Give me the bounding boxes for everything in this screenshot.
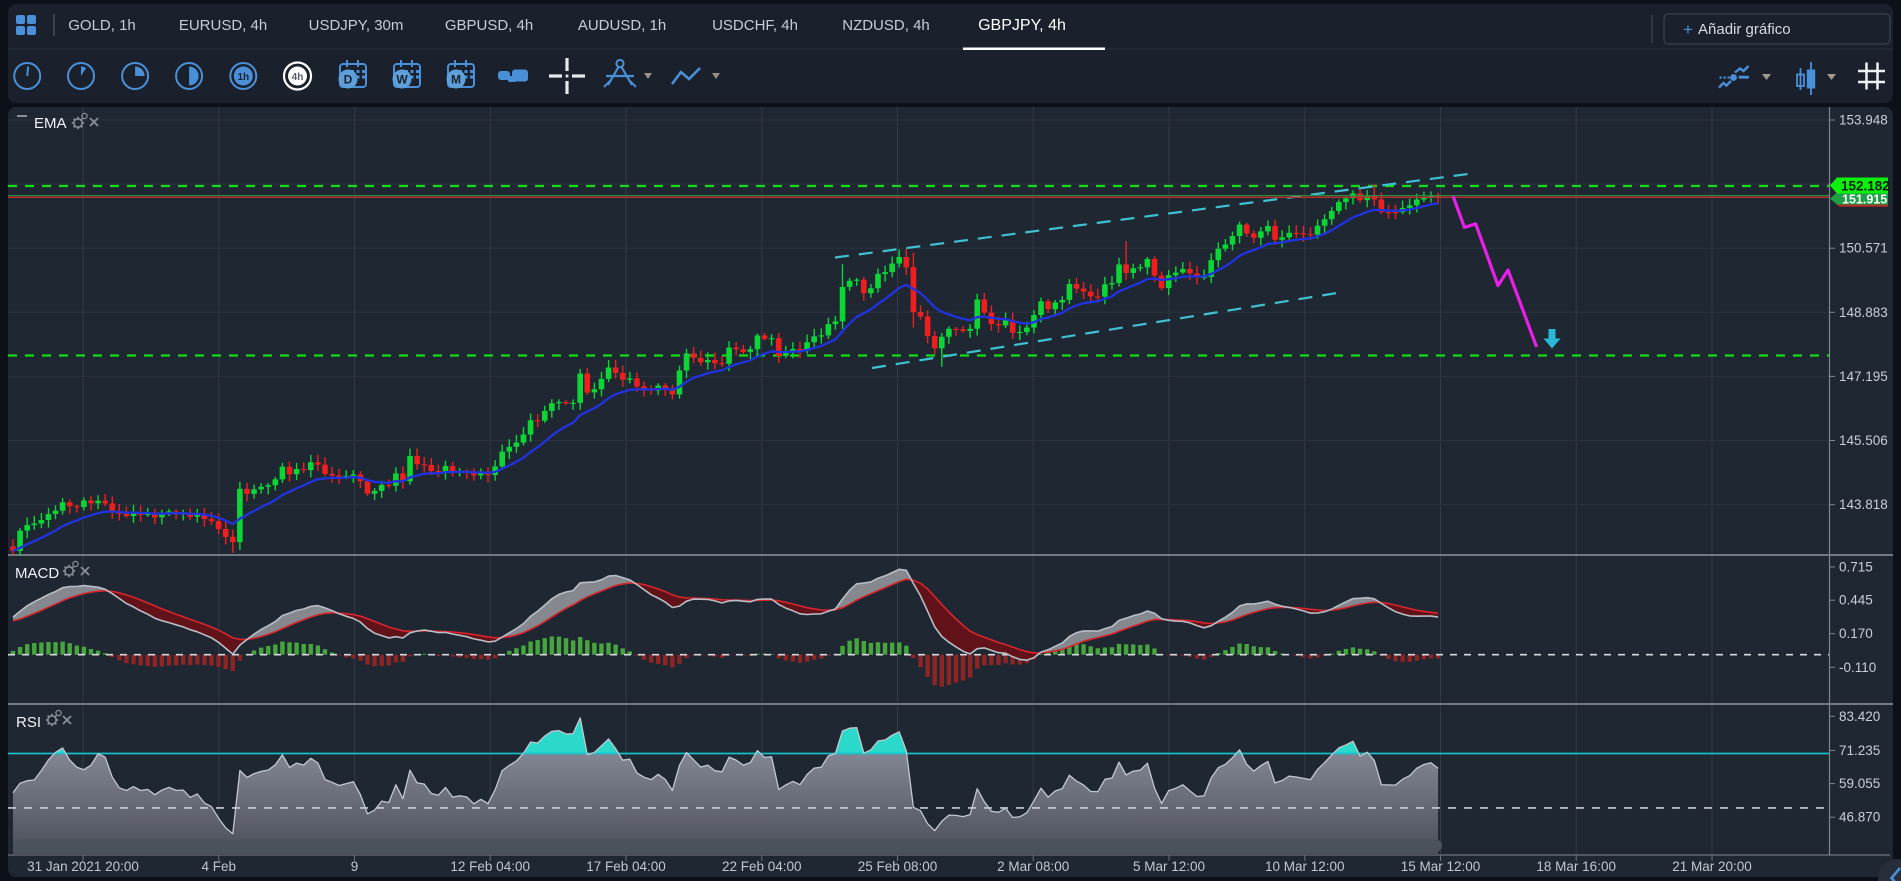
svg-text:151.915: 151.915 — [1842, 193, 1887, 207]
svg-text:153.948: 153.948 — [1839, 113, 1888, 128]
svg-text:59.055: 59.055 — [1839, 776, 1880, 791]
svg-text:143.818: 143.818 — [1839, 497, 1888, 512]
svg-text:Añadir gráfico: Añadir gráfico — [1698, 21, 1791, 38]
svg-text:46.870: 46.870 — [1839, 810, 1880, 825]
svg-text:GBPUSD, 4h: GBPUSD, 4h — [445, 17, 533, 34]
svg-text:0.715: 0.715 — [1839, 560, 1873, 575]
svg-text:0.170: 0.170 — [1839, 626, 1873, 641]
svg-text:152.182: 152.182 — [1841, 179, 1890, 194]
svg-text:RSI: RSI — [16, 714, 41, 731]
svg-text:145.506: 145.506 — [1839, 433, 1888, 448]
svg-text:NZDUSD, 4h: NZDUSD, 4h — [842, 17, 930, 34]
svg-text:1h: 1h — [237, 72, 249, 83]
svg-text:71.235: 71.235 — [1839, 743, 1880, 758]
svg-text:31 Jan 2021 20:00: 31 Jan 2021 20:00 — [27, 859, 139, 874]
svg-text:15 Mar 12:00: 15 Mar 12:00 — [1401, 859, 1481, 874]
svg-text:D: D — [344, 73, 353, 87]
svg-text:150.571: 150.571 — [1839, 241, 1888, 256]
svg-text:EURUSD, 4h: EURUSD, 4h — [179, 17, 267, 34]
svg-text:4 Feb: 4 Feb — [202, 859, 237, 874]
svg-text:148.883: 148.883 — [1839, 305, 1888, 320]
svg-text:83.420: 83.420 — [1839, 709, 1880, 724]
svg-text:10 Mar 12:00: 10 Mar 12:00 — [1265, 859, 1345, 874]
svg-text:22 Feb 04:00: 22 Feb 04:00 — [722, 859, 802, 874]
svg-text:MACD: MACD — [15, 565, 59, 582]
svg-text:W: W — [396, 73, 408, 87]
svg-text:GOLD, 1h: GOLD, 1h — [68, 17, 136, 34]
svg-text:M: M — [451, 73, 461, 87]
svg-text:147.195: 147.195 — [1839, 369, 1888, 384]
svg-text:18 Mar 16:00: 18 Mar 16:00 — [1536, 859, 1616, 874]
svg-text:25 Feb 08:00: 25 Feb 08:00 — [858, 859, 938, 874]
svg-text:EMA: EMA — [34, 115, 67, 132]
svg-text:-0.110: -0.110 — [1839, 660, 1876, 675]
svg-text:USDCHF, 4h: USDCHF, 4h — [712, 17, 798, 34]
svg-text:AUDUSD, 1h: AUDUSD, 1h — [578, 17, 666, 34]
svg-text:17 Feb 04:00: 17 Feb 04:00 — [586, 859, 666, 874]
svg-text:GBPJPY, 4h: GBPJPY, 4h — [978, 17, 1066, 34]
svg-text:9: 9 — [351, 859, 359, 874]
svg-text:4h: 4h — [292, 72, 304, 83]
svg-text:2 Mar 08:00: 2 Mar 08:00 — [997, 859, 1069, 874]
svg-text:5 Mar 12:00: 5 Mar 12:00 — [1133, 859, 1205, 874]
svg-text:0.445: 0.445 — [1839, 593, 1873, 608]
svg-text:USDJPY, 30m: USDJPY, 30m — [309, 17, 404, 34]
svg-text:+: + — [1683, 20, 1693, 39]
svg-text:12 Feb 04:00: 12 Feb 04:00 — [450, 859, 530, 874]
svg-text:21 Mar 20:00: 21 Mar 20:00 — [1672, 859, 1752, 874]
